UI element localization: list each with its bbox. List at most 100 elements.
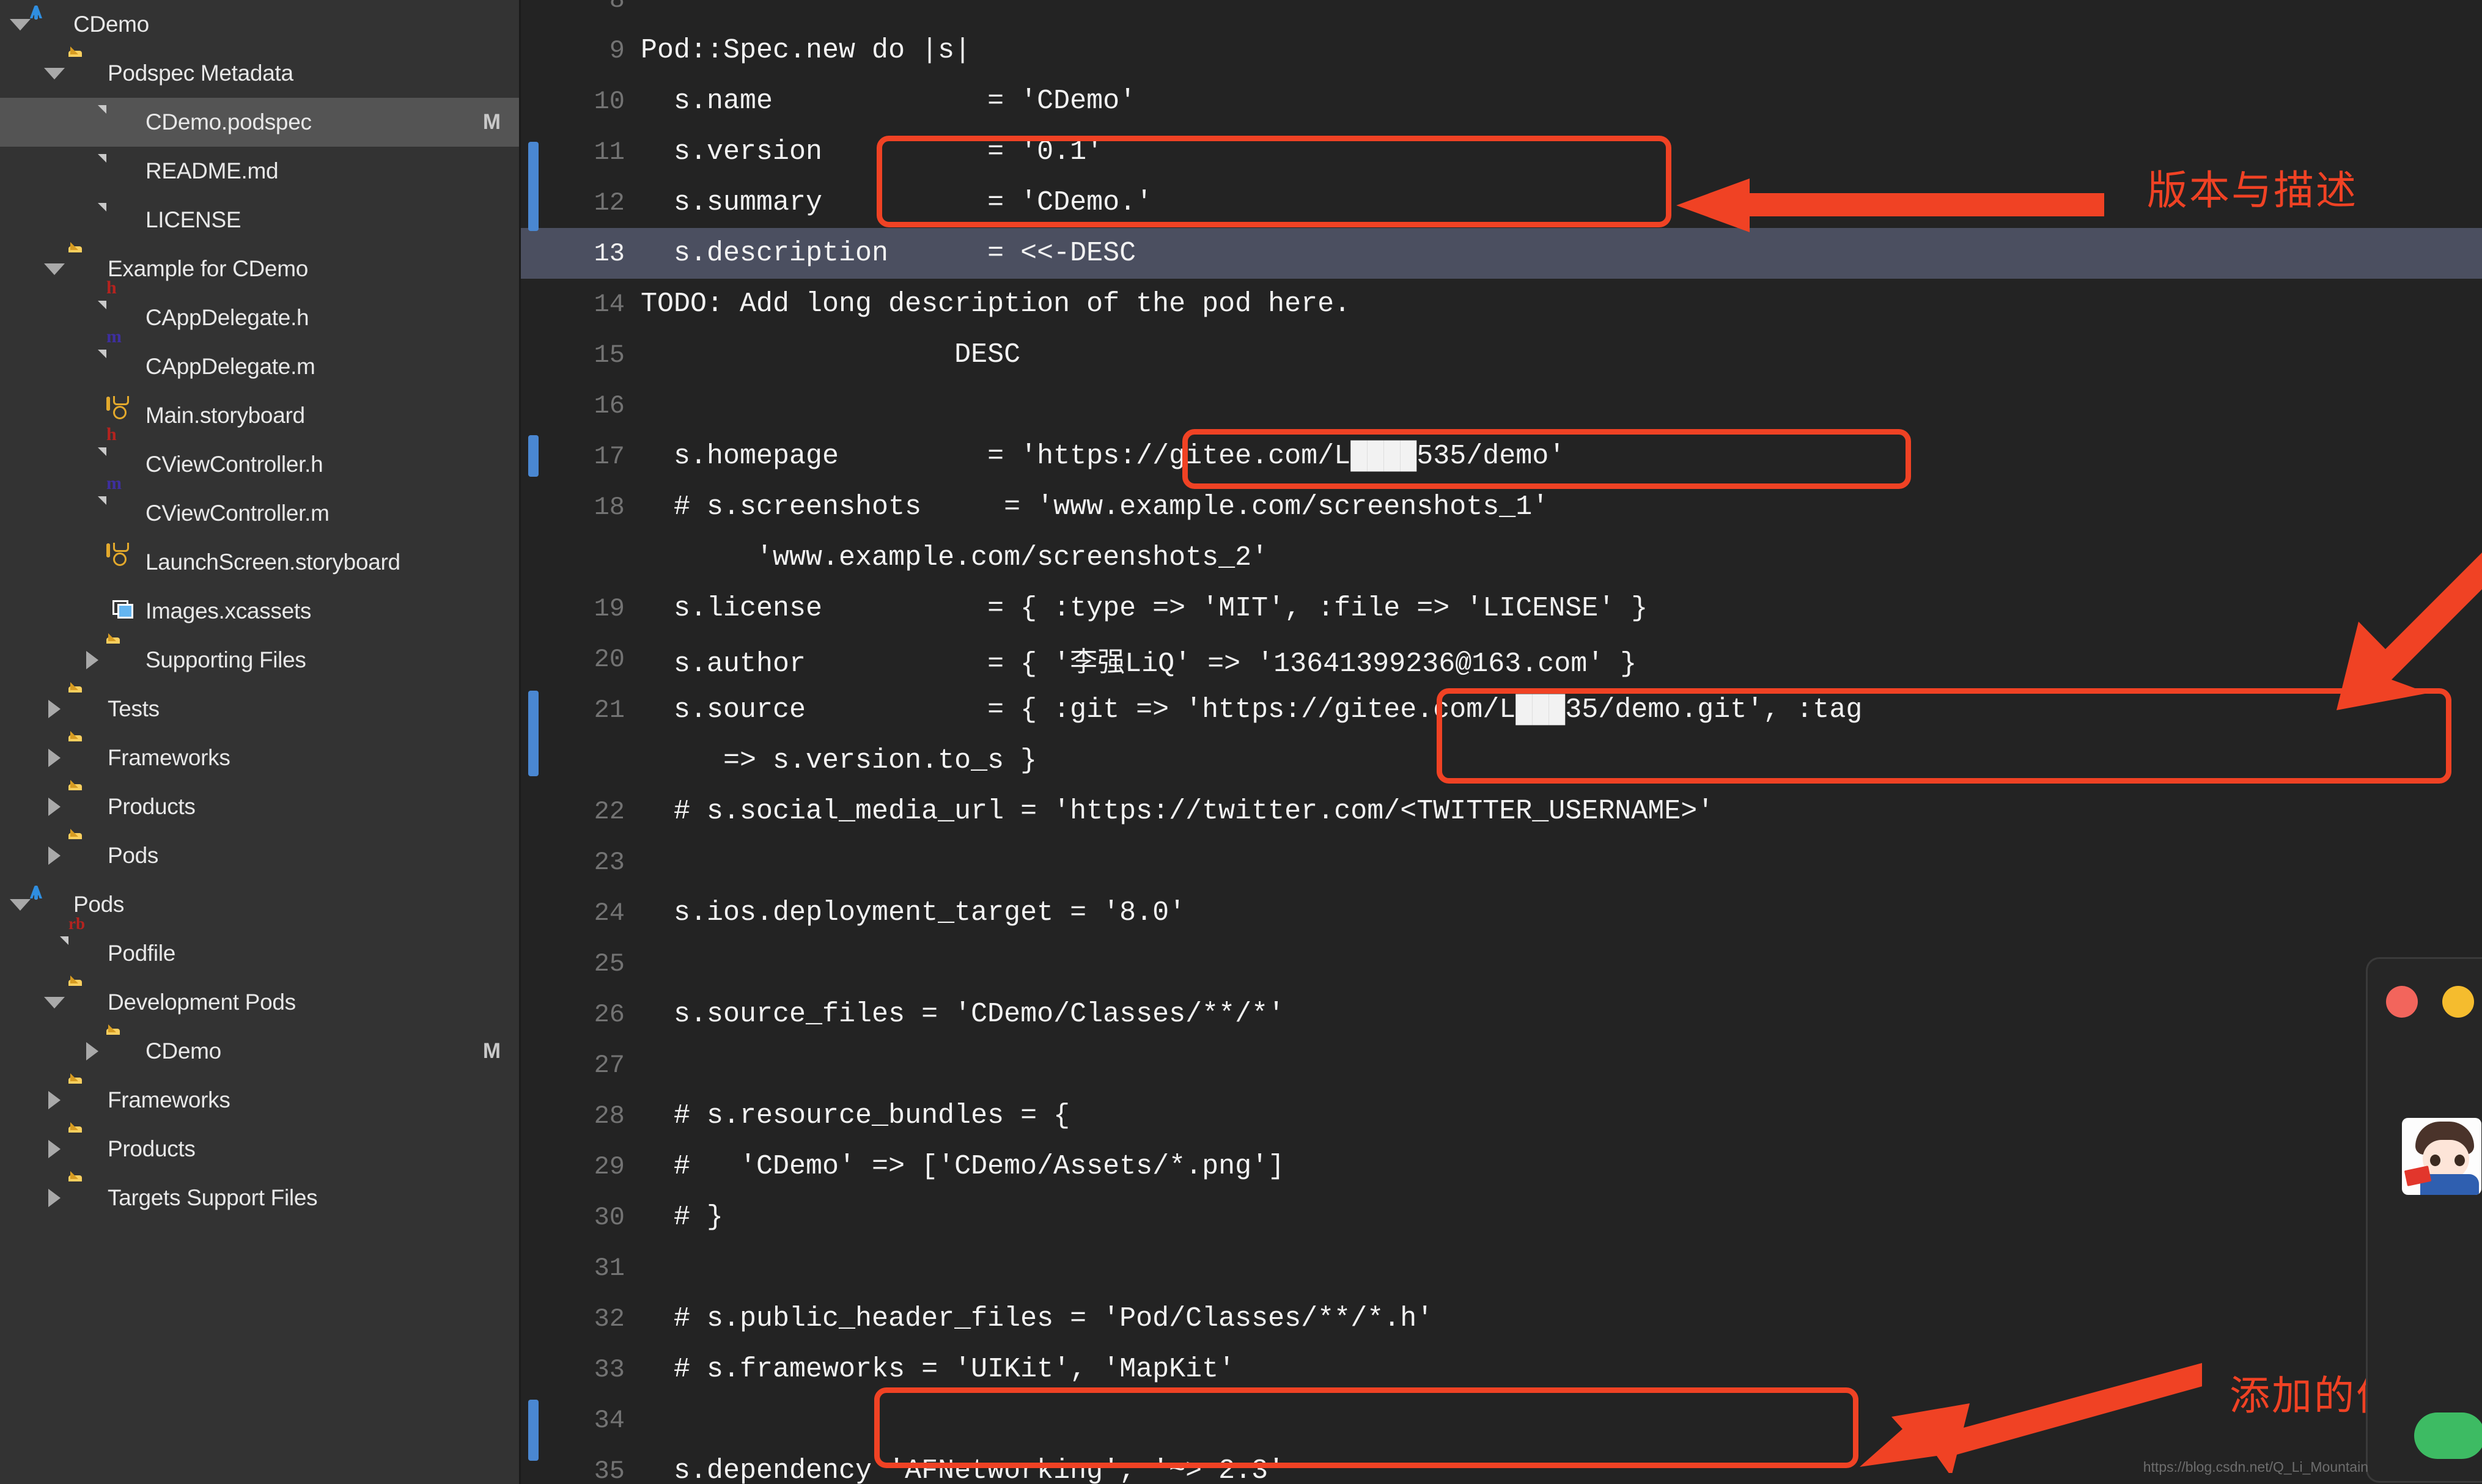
change-bar-indicator (528, 142, 539, 231)
nav-item-supporting-files[interactable]: Supporting Files (0, 636, 519, 685)
code-line[interactable]: 15 DESC (521, 329, 2482, 380)
nav-item-label: CViewController.m (145, 501, 330, 526)
code-line[interactable]: => s.version.to_s } (521, 735, 2482, 786)
close-window-icon[interactable] (2386, 986, 2418, 1018)
line-number: 25 (594, 949, 625, 979)
code-line[interactable]: 8 (521, 0, 2482, 25)
objc-file-icon: m (106, 474, 136, 531)
chevron-down-icon[interactable] (40, 996, 68, 1008)
code-text: # 'CDemo' => ['CDemo/Assets/*.png'] (641, 1151, 1285, 1182)
code-line[interactable]: 31 (521, 1243, 2482, 1293)
nav-item-cviewcontroller-h[interactable]: hCViewController.h (0, 425, 519, 489)
code-line[interactable]: 29 # 'CDemo' => ['CDemo/Assets/*.png'] (521, 1141, 2482, 1192)
nav-item-example-for-cdemo[interactable]: Example for CDemo (0, 244, 519, 293)
code-line[interactable]: 24 s.ios.deployment_target = '8.0' (521, 887, 2482, 938)
code-line[interactable]: 16 (521, 380, 2482, 431)
code-text: s.version = '0.1' (641, 136, 1103, 167)
storyboard-icon (106, 543, 136, 579)
folder-icon (68, 692, 98, 726)
chevron-right-icon[interactable] (78, 1042, 106, 1060)
nav-item-label: Products (108, 1136, 196, 1161)
nav-item-products[interactable]: Products (0, 782, 519, 831)
chevron-down-icon[interactable] (40, 263, 68, 275)
minimize-window-icon[interactable] (2442, 986, 2474, 1018)
document-icon (106, 203, 136, 237)
nav-item-frameworks[interactable]: Frameworks (0, 1076, 519, 1125)
nav-item-products[interactable]: Products (0, 1125, 519, 1174)
code-line[interactable]: 28 # s.resource_bundles = { (521, 1090, 2482, 1141)
code-content[interactable]: 89 Pod::Spec.new do |s|10 s.name = 'CDemo… (521, 0, 2482, 1484)
code-line[interactable]: 10 s.name = 'CDemo' (521, 76, 2482, 127)
code-line[interactable]: 20 s.author = { '李强LiQ' => '13641399236@… (521, 634, 2482, 685)
code-line[interactable]: 25 (521, 938, 2482, 989)
code-line[interactable]: 18 # s.screenshots = 'www.example.com/sc… (521, 482, 2482, 532)
nav-item-label: Development Pods (108, 990, 296, 1015)
line-number: 24 (594, 898, 625, 928)
nav-item-cappdelegate-h[interactable]: hCAppDelegate.h (0, 279, 519, 342)
code-line[interactable]: 23 (521, 837, 2482, 887)
chevron-right-icon[interactable] (40, 1091, 68, 1109)
xcode-window: CDemo Podspec Metadata CDemo.podspec M READM… (0, 0, 2482, 1484)
nav-item-launchscreen-storyboard[interactable]: LaunchScreen.storyboard (0, 538, 519, 587)
nav-item-tests[interactable]: Tests (0, 685, 519, 733)
code-text: s.license = { :type => 'MIT', :file => '… (641, 593, 1648, 624)
code-line[interactable]: 26 s.source_files = 'CDemo/Classes/**/*' (521, 989, 2482, 1040)
nav-item-label: LICENSE (145, 207, 241, 232)
line-number: 34 (594, 1405, 625, 1435)
code-line[interactable]: 14 TODO: Add long description of the pod … (521, 279, 2482, 329)
chevron-right-icon[interactable] (40, 1140, 68, 1158)
nav-item-cviewcontroller-m[interactable]: m CViewController.m (0, 474, 519, 538)
code-line[interactable]: 30 # } (521, 1192, 2482, 1243)
chevron-right-icon[interactable] (40, 798, 68, 816)
watermark-text: https://blog.csdn.net/Q_Li_Mountain (2143, 1459, 2368, 1475)
chevron-right-icon[interactable] (40, 749, 68, 767)
line-number: 14 (594, 289, 625, 319)
nav-item-frameworks[interactable]: Frameworks (0, 733, 519, 782)
chevron-right-icon[interactable] (78, 651, 106, 669)
chevron-right-icon[interactable] (40, 700, 68, 718)
code-text: s.summary = 'CDemo.' (641, 187, 1153, 218)
line-number: 11 (594, 137, 625, 167)
code-line[interactable]: 27 (521, 1040, 2482, 1090)
nav-item-podfile[interactable]: rb Podfile (0, 914, 519, 978)
folder-icon (68, 790, 98, 824)
floating-chat-window[interactable] (2366, 957, 2482, 1483)
code-text: Pod::Spec.new do |s| (641, 35, 971, 66)
line-number: 30 (594, 1202, 625, 1232)
nav-item-license[interactable]: LICENSE (0, 196, 519, 244)
nav-item-cappdelegate-m[interactable]: m CAppDelegate.m (0, 328, 519, 391)
document-icon (106, 105, 136, 139)
nav-item-readme-md[interactable]: README.md (0, 147, 519, 196)
nav-item-targets-support-files[interactable]: Targets Support Files (0, 1174, 519, 1222)
code-line[interactable]: 9 Pod::Spec.new do |s| (521, 25, 2482, 76)
code-line[interactable]: 32 # s.public_header_files = 'Pod/Classe… (521, 1293, 2482, 1344)
chevron-right-icon[interactable] (40, 1189, 68, 1207)
nav-item-label: CAppDelegate.h (145, 305, 309, 330)
line-number: 19 (594, 593, 625, 623)
nav-item-cdemo-podspec[interactable]: CDemo.podspec M (0, 98, 519, 147)
code-line[interactable]: 17 s.homepage = 'https://gitee.com/L████… (521, 431, 2482, 482)
nav-item-cdemo[interactable]: CDemo (0, 0, 519, 49)
nav-item-podspec-metadata[interactable]: Podspec Metadata (0, 49, 519, 98)
line-number: 16 (594, 391, 625, 421)
nav-item-pods[interactable]: Pods (0, 831, 519, 880)
nav-item-main-storyboard[interactable]: Main.storyboard (0, 391, 519, 440)
code-line[interactable]: 'www.example.com/screenshots_2' (521, 532, 2482, 583)
code-line[interactable]: 21 s.source = { :git => 'https://gitee.c… (521, 685, 2482, 735)
nav-item-development-pods[interactable]: Development Pods (0, 978, 519, 1027)
nav-item-label: CViewController.h (145, 452, 323, 477)
code-line[interactable]: 33 # s.frameworks = 'UIKit', 'MapKit' (521, 1344, 2482, 1395)
code-line[interactable]: 19 s.license = { :type => 'MIT', :file =… (521, 583, 2482, 634)
nav-item-label: README.md (145, 158, 279, 183)
objc-file-icon: m (106, 328, 136, 384)
nav-item-images-xcassets[interactable]: Images.xcassets (0, 587, 519, 636)
code-line[interactable]: 34 (521, 1395, 2482, 1445)
code-text: # s.frameworks = 'UIKit', 'MapKit' (641, 1354, 1235, 1385)
code-line-current[interactable]: 13 s.description = <<-DESC (521, 228, 2482, 279)
nav-item-cdemo[interactable]: CDemo M (0, 1027, 519, 1076)
chevron-down-icon[interactable] (40, 67, 68, 79)
chevron-right-icon[interactable] (40, 847, 68, 865)
source-editor[interactable]: 89 Pod::Spec.new do |s|10 s.name = 'CDemo… (521, 0, 2482, 1484)
code-line[interactable]: 22 # s.social_media_url = 'https://twitt… (521, 786, 2482, 837)
project-navigator[interactable]: CDemo Podspec Metadata CDemo.podspec M READM… (0, 0, 521, 1484)
